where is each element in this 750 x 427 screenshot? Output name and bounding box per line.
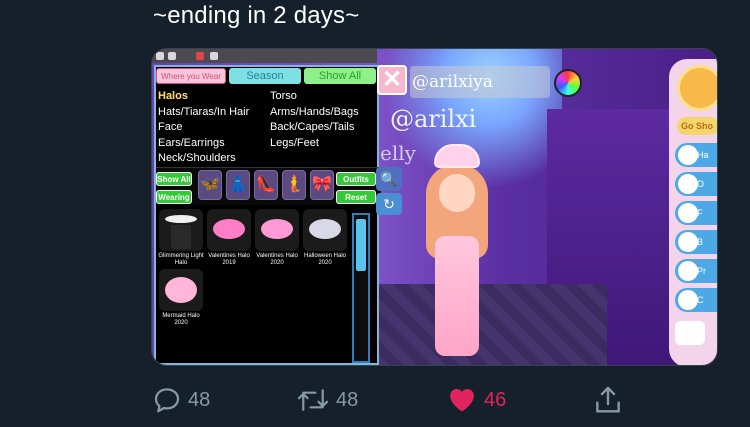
tab-where-you-wear[interactable]: Where you Wear xyxy=(156,68,226,84)
alert-icon[interactable] xyxy=(196,52,204,60)
chat-icon[interactable] xyxy=(168,52,176,60)
item-name: Glimmering Light Halo xyxy=(158,253,204,266)
outfits-button[interactable]: Outfits xyxy=(336,172,376,186)
shoe-filter-icon[interactable]: 👠 xyxy=(254,170,278,200)
wardrobe-actions: Show All Wearing 🦋 👗 👠 🧜 🎀 Outfits Reset xyxy=(156,167,381,205)
wardrobe-panel: Where you Wear Season Show All Halos Hat… xyxy=(154,65,381,365)
username-field[interactable]: @arilxiya xyxy=(410,66,550,98)
side-menu-button-6[interactable]: C xyxy=(675,288,717,312)
item-halloween-halo-2020[interactable]: Halloween Halo 2020 xyxy=(302,209,348,267)
scrollbar-thumb[interactable] xyxy=(356,219,366,271)
retweet-button[interactable]: 48 xyxy=(296,382,358,418)
item-valentines-halo-2019[interactable]: Valentines Halo 2019 xyxy=(206,209,252,267)
item-thumbnail xyxy=(207,209,251,251)
skirt-filter-icon[interactable]: 🎀 xyxy=(310,170,334,200)
category-neck[interactable]: Neck/Shoulders xyxy=(158,151,249,167)
item-scrollbar[interactable] xyxy=(352,213,370,363)
avatar-face xyxy=(439,174,475,212)
friends-icon xyxy=(678,203,698,223)
side-menu-button-4[interactable]: B xyxy=(675,230,717,254)
avatar-halo xyxy=(434,144,480,168)
reply-count: 48 xyxy=(188,388,211,411)
menu-icon[interactable] xyxy=(156,52,164,60)
close-icon[interactable]: ✕ xyxy=(377,65,407,95)
reset-button[interactable]: Reset xyxy=(336,190,376,204)
item-thumbnail xyxy=(255,209,299,251)
category-legs[interactable]: Legs/Feet xyxy=(270,136,359,152)
wings-filter-icon[interactable]: 🦋 xyxy=(198,170,222,200)
category-ears[interactable]: Ears/Earrings xyxy=(158,136,249,152)
outfit-icon xyxy=(678,174,698,194)
zoom-icon[interactable]: 🔍 xyxy=(376,167,402,191)
tweet-actions: 48 48 46 xyxy=(150,382,630,418)
category-halos[interactable]: Halos xyxy=(158,89,249,105)
item-valentines-halo-2020[interactable]: Valentines Halo 2020 xyxy=(254,209,300,267)
tweet-media-image[interactable]: Where you Wear Season Show All Halos Hat… xyxy=(151,48,718,366)
profile-icon[interactable] xyxy=(677,65,717,111)
category-torso[interactable]: Torso xyxy=(270,89,359,105)
tab-show-all[interactable]: Show All xyxy=(304,68,376,84)
rotate-icon[interactable]: ↻ xyxy=(376,193,402,215)
item-thumbnail xyxy=(159,269,203,311)
wearing-button[interactable]: Wearing xyxy=(156,190,192,204)
side-menu-button-2[interactable]: O xyxy=(675,172,717,196)
reply-button[interactable]: 48 xyxy=(152,382,210,418)
side-menu-button-5[interactable]: Pr xyxy=(675,259,717,283)
item-thumbnail xyxy=(159,209,203,251)
wardrobe-tabs: Where you Wear Season Show All xyxy=(156,67,377,85)
item-name: Halloween Halo 2020 xyxy=(303,253,347,266)
pet-icon xyxy=(678,261,698,281)
like-button[interactable]: 46 xyxy=(446,382,506,418)
lock-icon[interactable] xyxy=(210,52,218,60)
game-topbar xyxy=(152,49,377,63)
go-shop-button[interactable]: Go Sho xyxy=(677,117,717,135)
side-menu-button-1[interactable]: Ha xyxy=(675,143,717,167)
show-all-button[interactable]: Show All xyxy=(156,172,192,186)
reply-icon xyxy=(154,388,180,413)
dress-filter-icon[interactable]: 👗 xyxy=(226,170,250,200)
bag-icon xyxy=(678,232,698,252)
side-menu-button-3[interactable]: F xyxy=(675,201,717,225)
tab-season[interactable]: Season xyxy=(229,68,301,84)
item-name: Mermaid Halo 2020 xyxy=(162,313,200,326)
camera-icon xyxy=(678,290,698,310)
scene-floor xyxy=(377,284,607,365)
category-face[interactable]: Face xyxy=(158,120,249,136)
item-mermaid-halo-2020[interactable]: Mermaid Halo 2020 xyxy=(158,269,204,327)
eye-icon[interactable] xyxy=(675,321,705,345)
player-nametag: @arilxi xyxy=(390,105,477,133)
like-count: 46 xyxy=(484,388,507,411)
retweet-icon xyxy=(297,389,329,411)
tail-filter-icon[interactable]: 🧜 xyxy=(282,170,306,200)
category-back[interactable]: Back/Capes/Tails xyxy=(270,120,359,136)
player-avatar xyxy=(422,144,492,359)
game-side-menu: Go Sho Ha O F B Pr C xyxy=(669,59,717,365)
category-hats[interactable]: Hats/Tiaras/In Hair xyxy=(158,105,249,121)
item-name: Valentines Halo 2019 xyxy=(208,253,250,266)
retweet-count: 48 xyxy=(336,388,359,411)
tweet-text: ~ending in 2 days~ xyxy=(153,2,360,29)
category-list: Halos Hats/Tiaras/In Hair Face Ears/Earr… xyxy=(158,89,378,167)
item-thumbnail xyxy=(303,209,347,251)
heart-icon xyxy=(450,389,474,412)
avatar-outfit xyxy=(435,236,479,356)
item-grid: Glimmering Light Halo Valentines Halo 20… xyxy=(158,209,348,361)
player-subtag: elly xyxy=(380,141,416,165)
item-glimmering-light-halo[interactable]: Glimmering Light Halo xyxy=(158,209,204,267)
house-icon xyxy=(678,145,698,165)
color-wheel-icon[interactable] xyxy=(554,69,582,97)
item-name: Valentines Halo 2020 xyxy=(256,253,298,266)
category-arms[interactable]: Arms/Hands/Bags xyxy=(270,105,359,121)
share-button[interactable] xyxy=(592,382,624,418)
share-icon xyxy=(596,386,620,413)
